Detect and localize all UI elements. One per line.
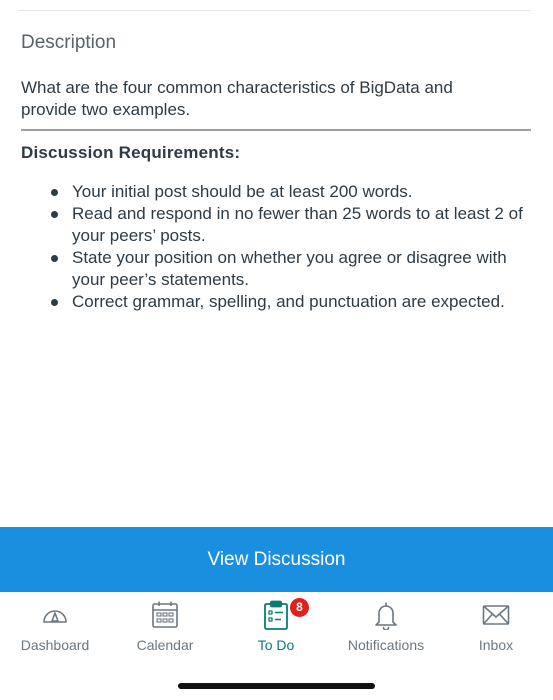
requirement-item: Read and respond in no fewer than 25 wor… <box>51 203 532 247</box>
question-divider <box>21 129 531 131</box>
discussion-question: What are the four common characteristics… <box>21 78 453 119</box>
requirement-item: Correct grammar, spelling, and punctuati… <box>51 291 532 313</box>
tab-label: Inbox <box>478 637 514 653</box>
requirements-heading: Discussion Requirements: <box>21 143 241 162</box>
tab-inbox[interactable]: Inbox <box>441 592 551 664</box>
requirements-list: Your initial post should be at least 200… <box>51 181 532 313</box>
top-divider <box>18 10 531 11</box>
view-discussion-button[interactable]: View Discussion <box>0 527 553 592</box>
requirement-item: State your position on whether you agree… <box>51 247 532 291</box>
bell-icon <box>371 600 401 630</box>
envelope-icon <box>481 600 511 630</box>
home-indicator[interactable] <box>178 683 375 689</box>
tab-label: To Do <box>257 637 295 653</box>
bottom-tab-bar: Dashboard Calendar To Do Notifications I… <box>0 592 553 664</box>
tab-label: Notifications <box>347 637 425 653</box>
requirement-item: Your initial post should be at least 200… <box>51 181 532 203</box>
tab-label: Calendar <box>136 637 194 653</box>
dashboard-gauge-icon <box>40 600 70 630</box>
tab-label: Dashboard <box>20 637 90 653</box>
tab-notifications[interactable]: Notifications <box>331 592 441 664</box>
tab-dashboard[interactable]: Dashboard <box>0 592 110 664</box>
tab-to-do[interactable]: To Do <box>221 592 331 664</box>
description-heading: Description <box>21 32 117 53</box>
calendar-icon <box>150 600 180 630</box>
tab-calendar[interactable]: Calendar <box>110 592 220 664</box>
todo-count-badge: 8 <box>290 598 309 617</box>
todo-clipboard-icon <box>261 600 291 630</box>
